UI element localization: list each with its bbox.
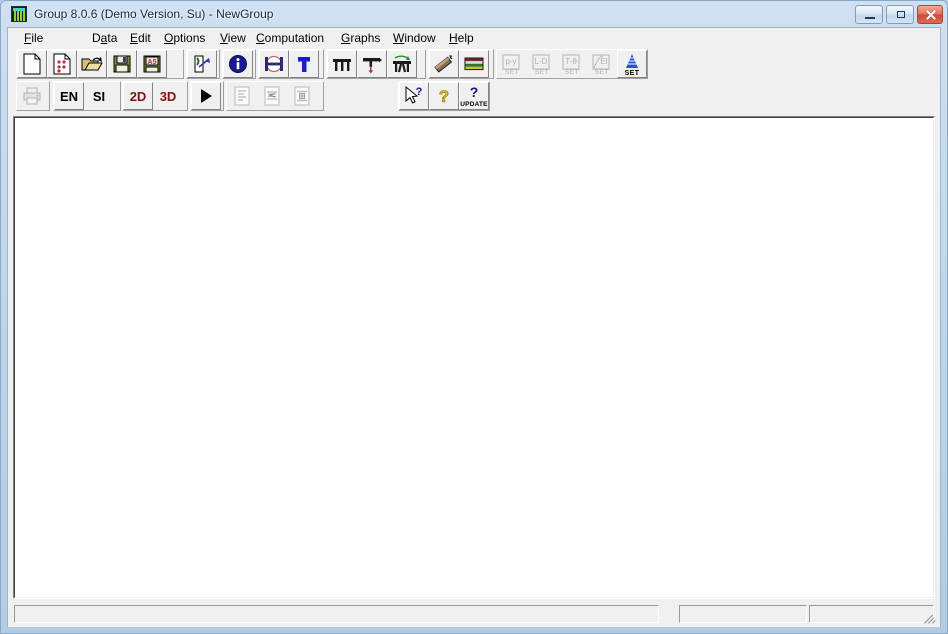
open-file-button[interactable] xyxy=(77,50,107,78)
toolbar-group-soil xyxy=(428,49,494,79)
help-button[interactable]: ? xyxy=(429,82,459,110)
new-file-button[interactable] xyxy=(17,50,47,78)
toolbar-group-pile-geometry xyxy=(258,49,324,79)
pile-loading-button[interactable] xyxy=(357,50,387,78)
menu-options[interactable]: Options xyxy=(160,30,209,46)
ld-curve-set-button[interactable]: L-D SET xyxy=(527,50,557,78)
toolbar-primary: A5 p-y SET L-D SET T-θ SET EI SET SET xyxy=(8,48,940,80)
toolbar-group-output xyxy=(226,81,324,111)
toolbar-group-info xyxy=(222,49,256,79)
print-button[interactable] xyxy=(17,82,47,110)
menu-help[interactable]: Help xyxy=(445,30,478,46)
svg-text:SET: SET xyxy=(505,69,519,76)
layer-set-button[interactable]: SET xyxy=(617,50,647,78)
pile-batter-button[interactable] xyxy=(387,50,417,78)
application-window: Group 8.0.6 (Demo Version, Su) - NewGrou… xyxy=(0,0,948,634)
text-output-button[interactable] xyxy=(227,82,257,110)
menu-computation[interactable]: Computation xyxy=(252,30,328,46)
svg-text:SET: SET xyxy=(625,70,640,76)
window-title: Group 8.0.6 (Demo Version, Su) - NewGrou… xyxy=(34,7,274,21)
svg-text:SET: SET xyxy=(565,69,579,76)
svg-text:EI: EI xyxy=(600,57,608,66)
svg-text:UPDATE: UPDATE xyxy=(460,101,488,108)
menu-graphs[interactable]: Graphs xyxy=(337,30,384,46)
toolbar-secondary: EN SI 2D 3D ? ? ? UPDATE xyxy=(8,80,940,112)
svg-text:SET: SET xyxy=(535,69,549,76)
menu-bar: File Data Edit Options View Computation … xyxy=(8,28,940,49)
drawing-canvas[interactable] xyxy=(13,116,935,599)
close-button[interactable] xyxy=(917,5,943,24)
menu-data[interactable]: Data xyxy=(88,30,121,46)
check-update-button[interactable]: ? UPDATE xyxy=(459,82,489,110)
drawing-canvas-surface[interactable] xyxy=(14,117,934,598)
svg-text:?: ? xyxy=(470,84,479,100)
soil-properties-button[interactable] xyxy=(429,50,459,78)
save-file-button[interactable] xyxy=(107,50,137,78)
toolbar-group-cap-loading xyxy=(326,49,426,79)
application-client-area: File Data Edit Options View Computation … xyxy=(7,27,941,627)
units-si-button[interactable]: SI xyxy=(84,82,114,110)
toolbar-group-file: A5 xyxy=(16,49,184,79)
pile-section-button[interactable] xyxy=(259,50,289,78)
units-si-label: SI xyxy=(92,88,106,104)
mode-2d-button[interactable]: 2D xyxy=(123,82,153,110)
status-panel-mode xyxy=(809,605,934,623)
resize-grip[interactable] xyxy=(922,610,936,624)
svg-text:T-θ: T-θ xyxy=(565,57,577,66)
mode-2d-label: 2D xyxy=(129,88,147,104)
summary-output-button[interactable] xyxy=(257,82,287,110)
run-analysis-button[interactable] xyxy=(191,82,221,110)
ttheta-curve-set-button[interactable]: T-θ SET xyxy=(557,50,587,78)
svg-text:p-y: p-y xyxy=(505,57,516,66)
units-english-label: EN xyxy=(59,88,79,104)
menu-view[interactable]: View xyxy=(216,30,250,46)
toolbar-group-run xyxy=(190,81,224,111)
title-bar: Group 8.0.6 (Demo Version, Su) - NewGrou… xyxy=(1,1,947,27)
export-button[interactable] xyxy=(187,50,217,78)
graph-output-button[interactable] xyxy=(287,82,317,110)
menu-file[interactable]: File xyxy=(20,30,47,46)
svg-text:?: ? xyxy=(439,87,449,106)
toolbar-group-curve-sets: p-y SET L-D SET T-θ SET EI SET SET xyxy=(496,49,648,79)
py-curve-set-button[interactable]: p-y SET xyxy=(497,50,527,78)
minimize-button[interactable] xyxy=(855,5,883,24)
menu-edit[interactable]: Edit xyxy=(126,30,155,46)
svg-text:SET: SET xyxy=(595,69,609,76)
svg-text:L-D: L-D xyxy=(535,57,548,66)
status-panel-message xyxy=(14,605,659,623)
project-info-button[interactable] xyxy=(223,50,253,78)
svg-text:A5: A5 xyxy=(148,59,157,66)
toolbar-group-units: EN SI xyxy=(53,81,121,111)
mode-3d-button[interactable]: 3D xyxy=(153,82,183,110)
toolbar-group-print xyxy=(16,81,50,111)
pile-type-button[interactable] xyxy=(289,50,319,78)
context-help-button[interactable]: ? xyxy=(399,82,429,110)
maximize-button[interactable] xyxy=(886,5,914,24)
pile-group-icon xyxy=(11,6,27,22)
pile-cap-button[interactable] xyxy=(327,50,357,78)
units-english-button[interactable]: EN xyxy=(54,82,84,110)
menu-window[interactable]: Window xyxy=(389,30,440,46)
toolbar-group-help: ? ? ? UPDATE xyxy=(398,81,490,111)
ei-curve-set-button[interactable]: EI SET xyxy=(587,50,617,78)
toolbar-group-export xyxy=(186,49,220,79)
status-panel-units xyxy=(679,605,807,623)
soil-layers-button[interactable] xyxy=(459,50,489,78)
new-from-data-button[interactable] xyxy=(47,50,77,78)
status-bar xyxy=(8,601,940,627)
mode-3d-label: 3D xyxy=(159,88,177,104)
svg-text:?: ? xyxy=(416,86,423,98)
save-as-button[interactable]: A5 xyxy=(137,50,167,78)
toolbar-group-view-mode: 2D 3D xyxy=(122,81,188,111)
